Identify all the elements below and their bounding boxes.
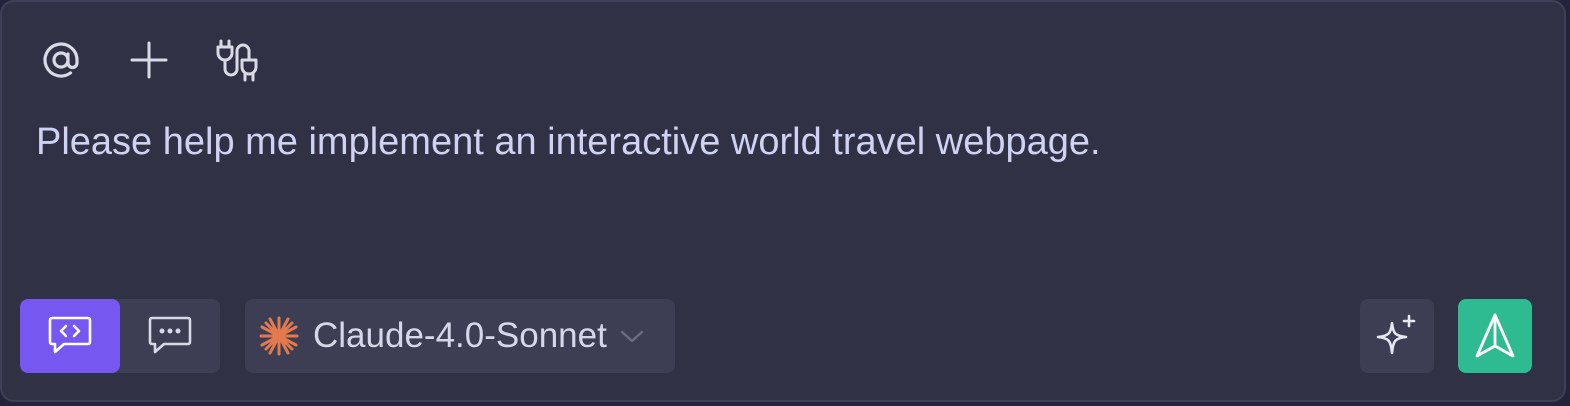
at-mention-icon [43, 42, 79, 78]
prompt-input[interactable] [36, 118, 1516, 166]
send-button[interactable] [1458, 299, 1532, 373]
plugin-button[interactable] [214, 37, 260, 83]
composer-toolbar [38, 38, 260, 82]
enhance-prompt-button[interactable] [1360, 299, 1434, 373]
chat-ellipsis-icon [148, 316, 192, 354]
claude-sunburst-icon [259, 316, 299, 356]
model-selector[interactable]: Claude-4.0-Sonnet [245, 299, 675, 373]
plus-icon [130, 41, 168, 79]
code-mode-button[interactable] [20, 299, 120, 373]
chat-mode-button[interactable] [120, 299, 220, 373]
at-mention-button[interactable] [38, 37, 84, 83]
sparkle-icon [1376, 314, 1416, 355]
model-name: Claude-4.0-Sonnet [313, 316, 607, 355]
chevron-down-icon [619, 327, 645, 345]
add-context-button[interactable] [126, 37, 172, 83]
send-icon [1475, 313, 1515, 358]
code-chat-icon [48, 316, 92, 354]
mode-toggle [20, 299, 220, 373]
chat-composer: Claude-4.0-Sonnet [0, 0, 1566, 402]
plug-icon [216, 39, 258, 82]
